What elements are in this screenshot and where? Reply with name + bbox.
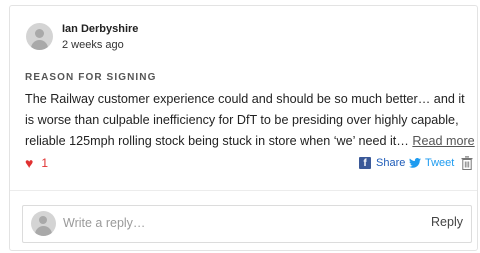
comment-card: Ian Derbyshire 2 weeks ago REASON FOR SI… <box>9 5 478 251</box>
author-name: Ian Derbyshire <box>62 23 139 35</box>
twitter-icon <box>409 158 421 168</box>
tweet-button[interactable]: Tweet <box>409 157 454 169</box>
share-label: Share <box>376 157 406 169</box>
share-button[interactable]: f Share <box>359 157 405 169</box>
timestamp: 2 weeks ago <box>62 39 124 51</box>
delete-button[interactable] <box>461 156 473 175</box>
avatar <box>26 23 53 50</box>
comment-body: The Railway customer experience could an… <box>25 92 465 148</box>
reply-input[interactable] <box>63 216 403 230</box>
section-label: REASON FOR SIGNING <box>25 72 157 83</box>
reply-button[interactable]: Reply <box>431 215 463 229</box>
heart-icon: ♥ <box>25 155 34 171</box>
like-count: 1 <box>41 156 48 170</box>
reply-avatar <box>31 211 56 236</box>
tweet-label: Tweet <box>425 157 455 169</box>
comment-text: The Railway customer experience could an… <box>25 89 477 152</box>
facebook-icon: f <box>359 157 371 169</box>
like-button[interactable]: ♥ 1 <box>25 156 48 170</box>
divider <box>10 190 477 191</box>
reply-box: Reply <box>22 205 472 243</box>
read-more-link[interactable]: Read more <box>412 134 474 148</box>
trash-icon <box>461 156 473 170</box>
